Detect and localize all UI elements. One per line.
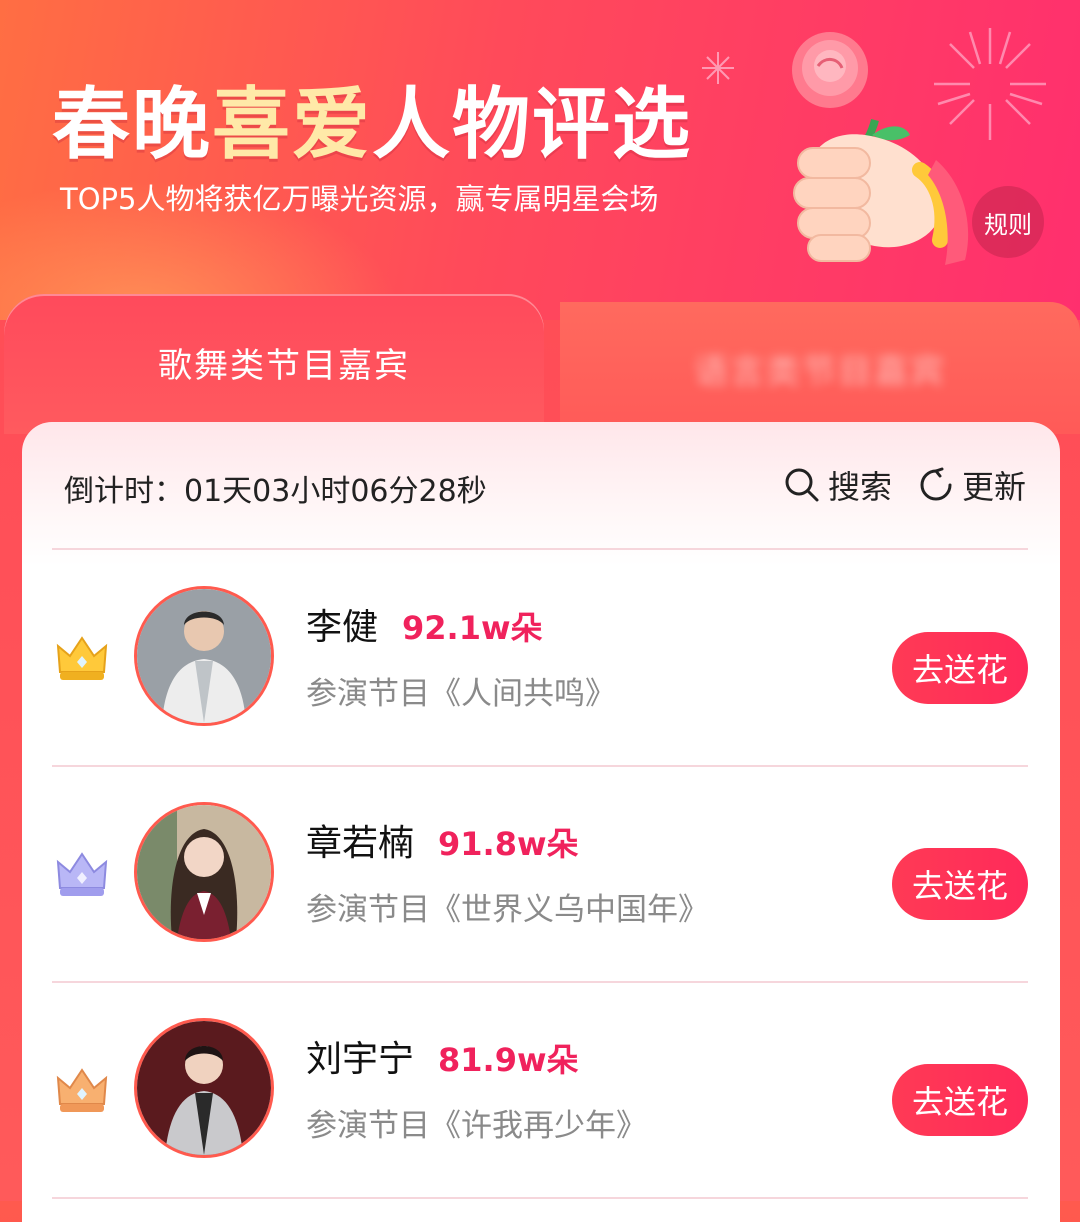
tab-song-dance-guests[interactable]: 歌舞类节目嘉宾 (4, 294, 544, 434)
name-line: 李健 92.1w朵 (306, 598, 543, 650)
refresh-button[interactable]: 更新 (918, 462, 1026, 508)
page-title: 春晚喜爱人物评选 (52, 62, 692, 174)
hand-holding-rose-icon (792, 32, 969, 265)
rules-button[interactable]: 规则 (972, 186, 1044, 258)
title-part1: 春晚 (52, 80, 213, 170)
program-title: 参演节目《许我再少年》 (306, 1108, 647, 1144)
header-banner: 春晚喜爱人物评选 TOP5人物将获亿万曝光资源，赢专属明星会场 规则 (0, 0, 1080, 320)
program-title: 参演节目《世界义乌中国年》 (306, 892, 709, 928)
avatar-portrait-icon (137, 1021, 271, 1155)
tab-language-guests[interactable]: 语言类节目嘉宾 (560, 302, 1080, 434)
list-item: 李健 92.1w朵 参演节目《人间共鸣》 去送花 (22, 550, 1060, 766)
list-item: 章若楠 91.8w朵 参演节目《世界义乌中国年》 去送花 (22, 766, 1060, 982)
ranking-card: 倒计时：01天03小时06分28秒 搜索 更新 李健 92.1w朵 参演节目《人… (22, 422, 1060, 1222)
search-label: 搜索 (828, 468, 893, 506)
divider (52, 1197, 1028, 1199)
tab-active-label: 歌舞类节目嘉宾 (158, 346, 410, 386)
avatar[interactable] (134, 802, 274, 942)
flower-count: 92.1w朵 (402, 609, 543, 647)
guest-name: 刘宇宁 (306, 1039, 415, 1080)
silver-crown-icon (56, 852, 108, 896)
title-highlight: 喜爱 (212, 80, 373, 170)
gold-crown-icon (56, 636, 108, 680)
name-line: 刘宇宁 81.9w朵 (306, 1030, 579, 1082)
banner-subtitle: TOP5人物将获亿万曝光资源，赢专属明星会场 (60, 182, 659, 216)
avatar-portrait-icon (137, 589, 271, 723)
title-part2: 人物评选 (372, 80, 693, 170)
avatar[interactable] (134, 586, 274, 726)
tab-inactive-label: 语言类节目嘉宾 (694, 352, 946, 392)
avatar[interactable] (134, 1018, 274, 1158)
send-flower-button[interactable]: 去送花 (892, 1064, 1028, 1136)
category-tabs: 语言类节目嘉宾 歌舞类节目嘉宾 (0, 294, 1080, 434)
program-title: 参演节目《人间共鸣》 (306, 676, 616, 712)
search-button[interactable]: 搜索 (784, 462, 892, 508)
guest-name: 章若楠 (306, 823, 415, 864)
refresh-label: 更新 (962, 468, 1027, 506)
list-item: 刘宇宁 81.9w朵 参演节目《许我再少年》 去送花 (22, 982, 1060, 1198)
send-flower-button[interactable]: 去送花 (892, 848, 1028, 920)
flower-count: 91.8w朵 (438, 825, 579, 863)
avatar-portrait-icon (137, 805, 271, 939)
guest-name: 李健 (306, 607, 379, 648)
sparkle-icon (702, 52, 734, 84)
send-flower-button[interactable]: 去送花 (892, 632, 1028, 704)
flower-count: 81.9w朵 (438, 1041, 579, 1079)
search-icon (785, 468, 819, 502)
name-line: 章若楠 91.8w朵 (306, 814, 579, 866)
refresh-icon (920, 467, 952, 501)
bronze-crown-icon (56, 1068, 108, 1112)
countdown-timer: 倒计时：01天03小时06分28秒 (64, 474, 487, 509)
